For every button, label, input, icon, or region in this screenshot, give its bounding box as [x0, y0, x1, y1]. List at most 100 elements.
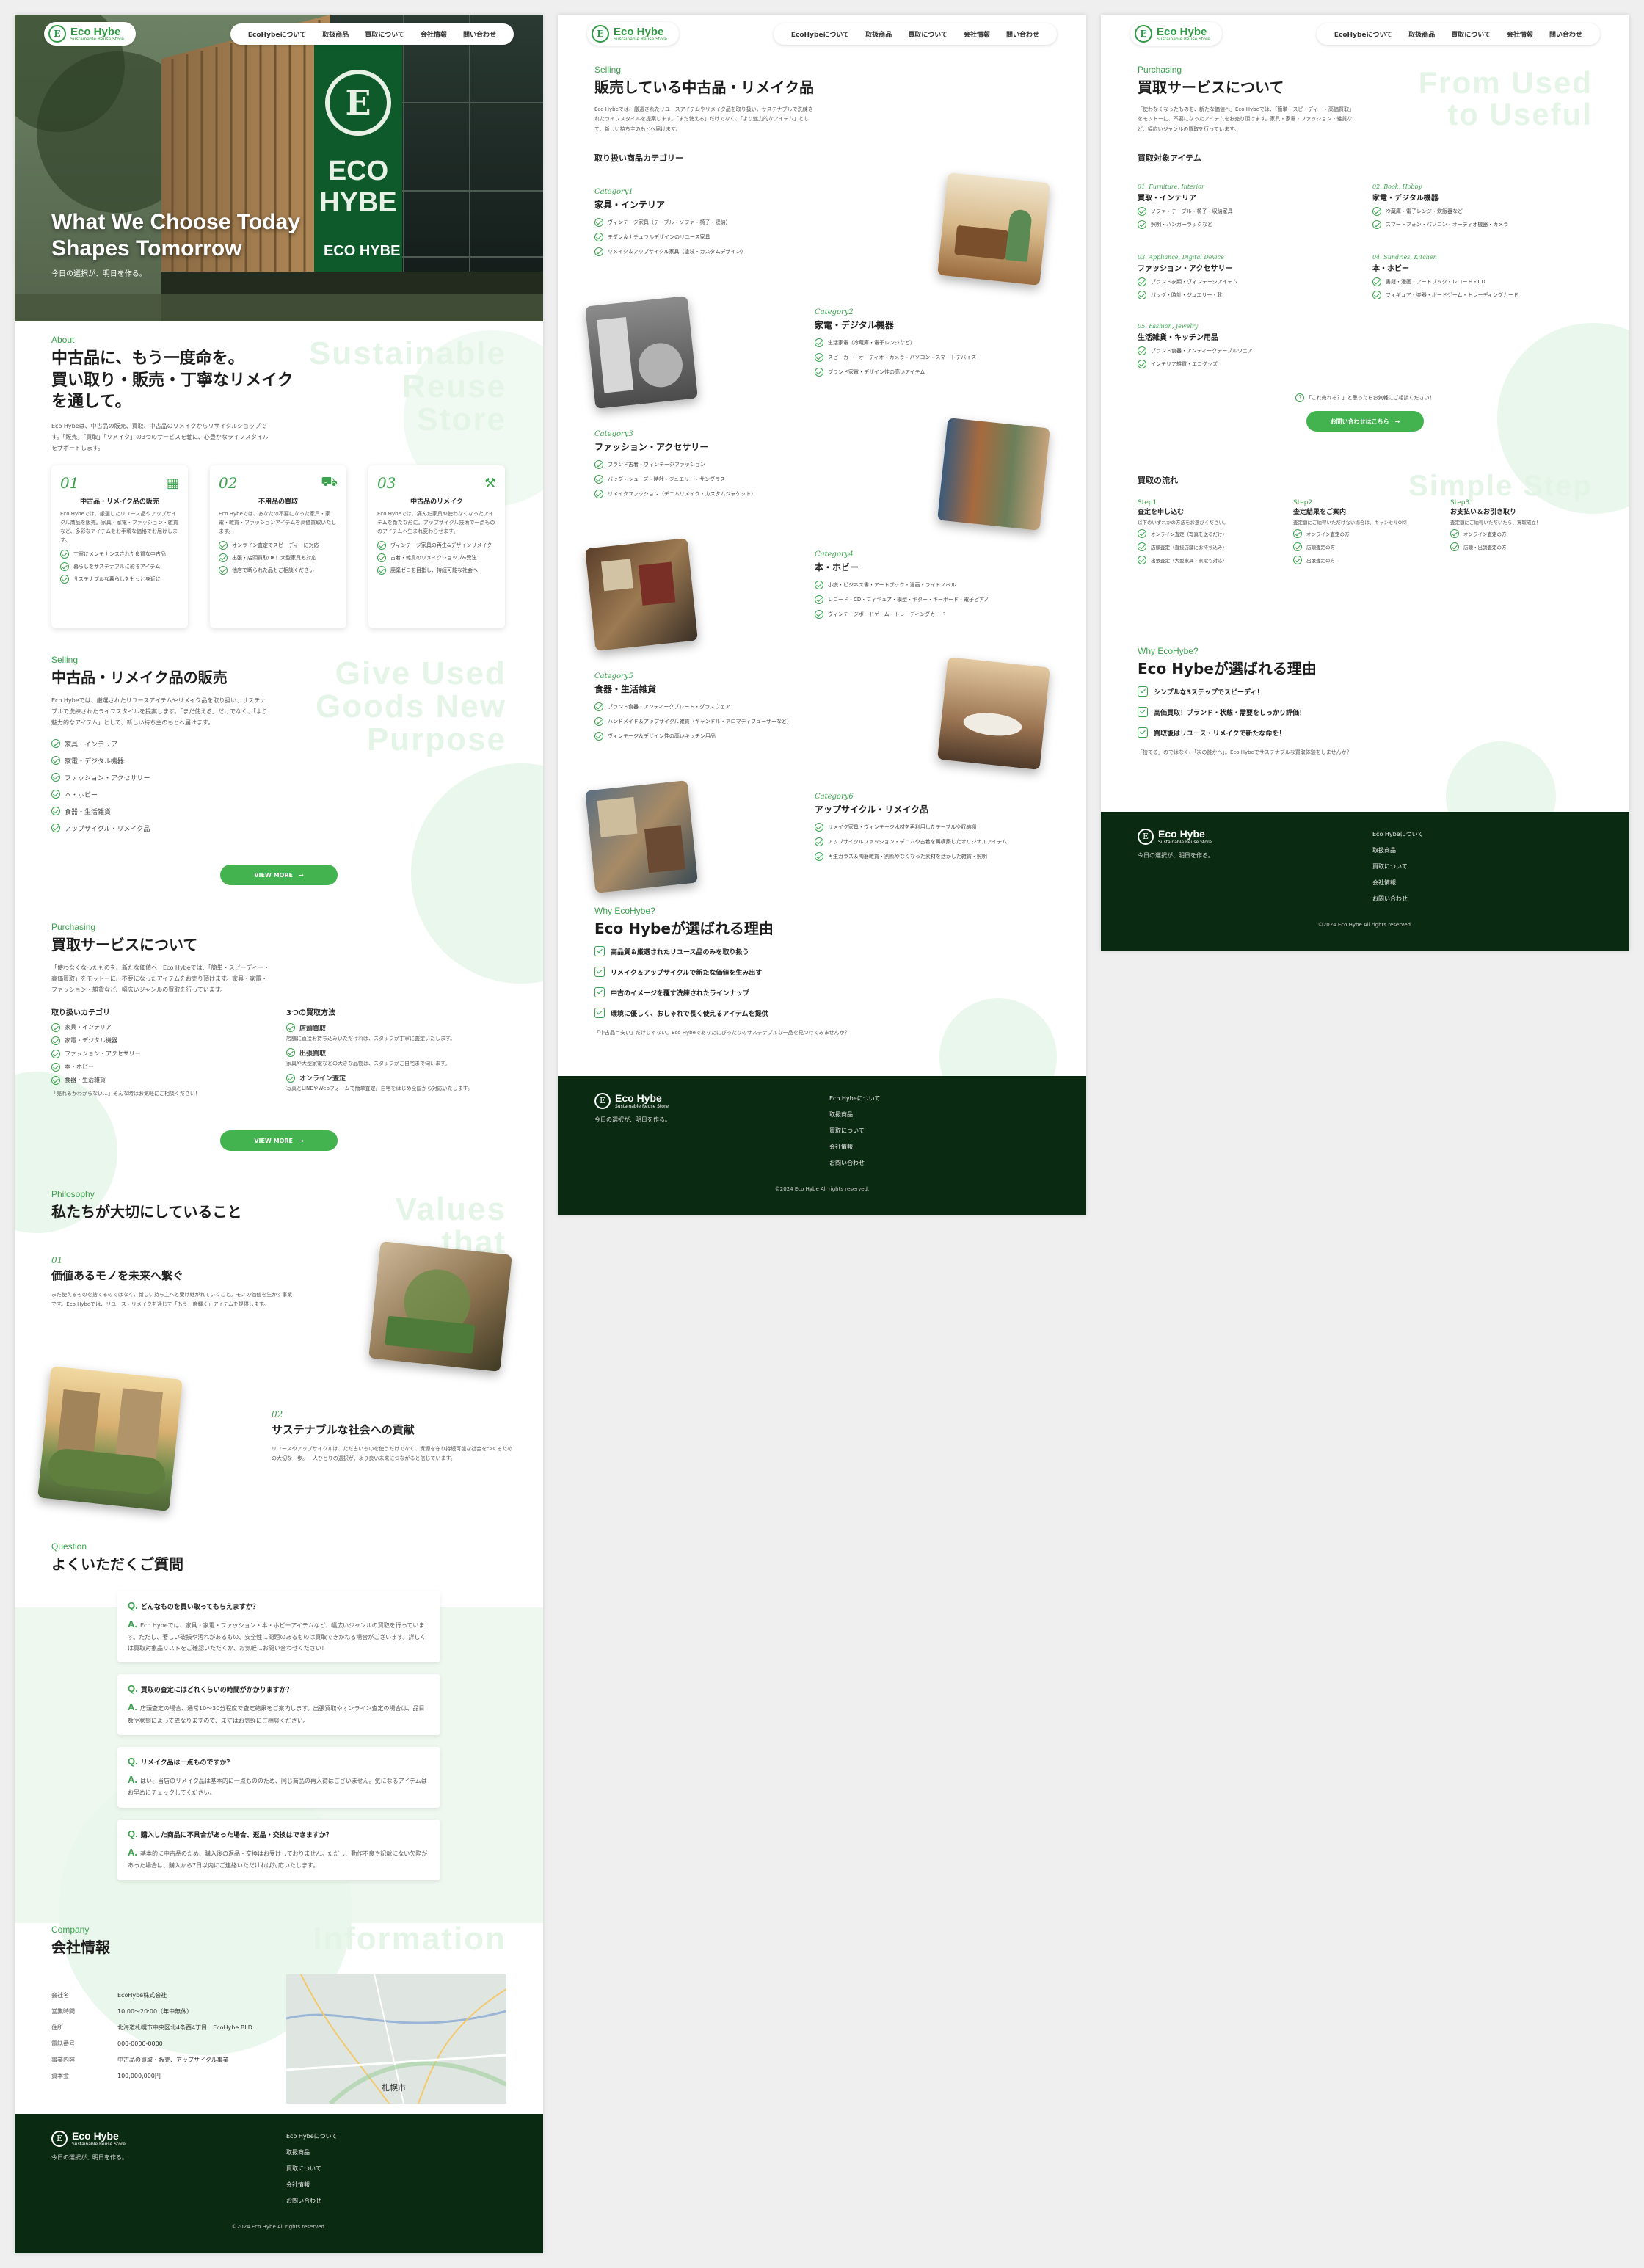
electronics-image — [585, 296, 698, 409]
philosophy-item-body: まだ使えるものを捨てるのではなく、新しい持ち主へと受け継がれていくこと。モノの価… — [51, 1292, 293, 1308]
card-body: Eco Hybeでは、痛んだ家具や使わなくなったアイテムを新たな形に。アップサイ… — [377, 511, 495, 534]
why-closing: 「中古品＝安い」だけじゃない。Eco Hybeであなたにぴったりのサステナブルな… — [594, 1030, 850, 1036]
card-item: サステナブルな暮らしをもっと身近に — [60, 574, 179, 584]
footer-link[interactable]: お問い合わせ — [1372, 891, 1423, 907]
footer-link[interactable]: 買取について — [286, 2161, 337, 2177]
category-6: Category6 アップサイクル・リメイク品 リメイク家具・ヴィンテージ木材を… — [815, 793, 1057, 867]
nav-about[interactable]: EcoHybeについて — [248, 29, 306, 39]
leaf-logo-icon: E — [51, 2130, 68, 2147]
why-title: Eco Hybeが選ばれる理由 — [1138, 660, 1317, 677]
footer-link[interactable]: Eco Hybeについて — [286, 2129, 337, 2145]
faq-item[interactable]: Q. 購入した商品に不具合があった場合、返品・交換はできますか？ A. 基本的に中古… — [117, 1819, 440, 1880]
card-number: 02 — [219, 474, 238, 492]
card-title: 中古品のリメイク — [410, 498, 463, 506]
purchasing-cat: 家具・インテリア — [51, 1022, 272, 1032]
footer-link[interactable]: 取扱商品 — [1372, 843, 1423, 859]
footer-link[interactable]: お問い合わせ — [829, 1155, 880, 1171]
logo[interactable]: E Eco Hybe Sustainable Reuse Store — [587, 22, 679, 46]
reason-item: リメイク＆アップサイクルで新たな価値を生み出す — [594, 967, 903, 977]
footer-link[interactable]: 取扱商品 — [829, 1107, 880, 1123]
purchasing-cat: 食器・生活雑貨 — [51, 1075, 272, 1085]
logo[interactable]: E Eco Hybe Sustainable Reuse Store — [44, 22, 136, 46]
about-title: 中古品に、もう一度命を。 買い取り・販売・丁寧なリメイク を通して。 — [51, 349, 294, 412]
about-body: Eco Hybeは、中古品の販売、買取、中古品のリメイクからリサイクルショップで… — [51, 423, 269, 452]
card-item: 丁寧にメンテナンスされた良質な中古品 — [60, 549, 179, 559]
step-desc: 以下のいずれかの方法をお選びください。 — [1138, 520, 1229, 526]
footer-link[interactable]: Eco Hybeについて — [829, 1091, 880, 1107]
purchase-cat-item: 冷蔵庫・電子レンジ・炊飯器など — [1372, 207, 1600, 216]
selling-item: アップサイクル・リメイク品 — [51, 824, 286, 833]
card-body: Eco Hybeでは、厳選したリユース品やアップサイクル商品を販売。家具・家電・… — [60, 511, 178, 543]
nav-contact[interactable]: 問い合わせ — [1006, 29, 1039, 39]
p3-label: Purchasing — [1138, 65, 1182, 75]
footer-link[interactable]: 会社情報 — [1372, 875, 1423, 891]
step-item: 出張査定の方 — [1293, 556, 1440, 565]
selling-view-more-button[interactable]: VIEW MORE → — [220, 865, 338, 885]
purchase-cat-4: 04. Sundries, Kitchen 本・ホビー 書籍・漫画・アートブック… — [1372, 254, 1600, 304]
hero: E ECO HYBE What We Choose Today Shapes T… — [15, 15, 543, 321]
global-nav: EcoHybeについて 取扱商品 買取について 会社情報 問い合わせ — [773, 23, 1057, 45]
step-title: 査定を申し込む — [1138, 509, 1185, 516]
footer-logo[interactable]: E Eco Hybe Sustainable Reuse Store — [1138, 828, 1212, 845]
nav-contact[interactable]: 問い合わせ — [463, 29, 496, 39]
contact-button[interactable]: お問い合わせはこちら → — [1306, 411, 1424, 432]
furniture-image — [937, 172, 1050, 286]
nav-company[interactable]: 会社情報 — [1507, 29, 1533, 39]
footer-link[interactable]: 取扱商品 — [286, 2145, 337, 2161]
nav-company[interactable]: 会社情報 — [964, 29, 990, 39]
footer-link[interactable]: お問い合わせ — [286, 2193, 337, 2209]
faq-answer: A. はい、当店のリメイク品は基本的に一点もののため、同じ商品の再入荷はございませ… — [128, 1773, 427, 1797]
company-section: Company 会社情報 会社名 EcoHybe株式会社 営業時間 10:00～20… — [51, 1924, 272, 2084]
p2-why: Why EcoHybe? Eco Hybeが選ばれる理由 高品質＆厳選されたリユ… — [594, 906, 903, 1038]
footer-link[interactable]: 会社情報 — [286, 2177, 337, 2193]
footer-link[interactable]: 会社情報 — [829, 1139, 880, 1155]
company-row: 住所 北海道札幌市中央区北4条西4丁目 EcoHybe BLD. — [51, 2024, 255, 2031]
faq-question: Q. 買取の査定にはどれくらいの時間がかかりますか？ — [128, 1683, 293, 1695]
purchase-cat-label: 01. Furniture, Interior — [1138, 183, 1204, 190]
nav-purchase[interactable]: 買取について — [908, 29, 948, 39]
site-header: E Eco Hybe Sustainable Reuse Store EcoHyb… — [587, 21, 1057, 47]
nav-about[interactable]: EcoHybeについて — [791, 29, 849, 39]
hero-title: What We Choose Today Shapes Tomorrow — [51, 209, 300, 262]
purchase-cat-item: バッグ・時計・ジュエリー・靴 — [1138, 291, 1358, 299]
nav-company[interactable]: 会社情報 — [421, 29, 447, 39]
faq-question: Q. リメイク品は一点ものですか？ — [128, 1755, 233, 1767]
category-item: 再生ガラス＆陶器雑貨・割れやなくなった素材を活かした雑貨・照明 — [815, 852, 1057, 861]
site-header: E Eco Hybe Sustainable Reuse Store EcoHyb… — [1130, 21, 1600, 47]
footer-copyright: ©2024 Eco Hybe All rights reserved. — [231, 2224, 327, 2230]
nav-products[interactable]: 取扱商品 — [1408, 29, 1435, 39]
footer-logo[interactable]: E Eco Hybe Sustainable Reuse Store — [51, 2130, 126, 2147]
faq-item[interactable]: Q. リメイク品は一点ものですか？ A. はい、当店のリメイク品は基本的に一点ものの… — [117, 1746, 440, 1808]
philosophy-num: 01 — [51, 1255, 63, 1265]
category-item: アップサイクルファッション・デニムや古着を再構築したオリジナルアイテム — [815, 837, 1057, 846]
footer-link[interactable]: 買取について — [829, 1123, 880, 1139]
footer-logo[interactable]: E Eco Hybe Sustainable Reuse Store — [594, 1092, 669, 1109]
arrow-right-icon: → — [1394, 418, 1400, 425]
faq-item[interactable]: Q. 買取の査定にはどれくらいの時間がかかりますか？ A. 店頭査定の場合、通常10… — [117, 1674, 440, 1735]
faq-answer: A. 店頭査定の場合、通常10～30分程度で査定結果をご案内します。出張買取やオン… — [128, 1701, 425, 1724]
footer-links: Eco Hybeについて 取扱商品 買取について 会社情報 お問い合わせ — [829, 1091, 880, 1171]
nav-purchase[interactable]: 買取について — [365, 29, 404, 39]
company-row: 営業時間 10:00～20:00（年中無休） — [51, 2007, 193, 2015]
brand-tagline: Sustainable Reuse Store — [1157, 36, 1210, 42]
company-map[interactable]: 札幌市 — [286, 1974, 506, 2104]
footer-link[interactable]: Eco Hybeについて — [1372, 826, 1423, 843]
nav-contact[interactable]: 問い合わせ — [1549, 29, 1582, 39]
purchasing-view-more-button[interactable]: VIEW MORE → — [220, 1130, 338, 1151]
reason-item: 高価買取！ブランド・状態・需要をしっかり評価！ — [1138, 707, 1446, 717]
purchase-cat-label: 04. Sundries, Kitchen — [1372, 254, 1437, 261]
nav-about[interactable]: EcoHybeについて — [1334, 29, 1392, 39]
reason-item: 買取後はリユース・リメイクで新たな命を！ — [1138, 727, 1446, 738]
nav-products[interactable]: 取扱商品 — [322, 29, 349, 39]
logo[interactable]: E Eco Hybe Sustainable Reuse Store — [1130, 22, 1222, 46]
footer-link[interactable]: 買取について — [1372, 859, 1423, 875]
category-item: ブランド古着・ヴィンテージファッション — [594, 460, 815, 469]
nav-products[interactable]: 取扱商品 — [865, 29, 892, 39]
faq-item[interactable]: Q. どんなものを買い取ってもらえますか？ A. Eco Hybeでは、家具・家電・… — [117, 1591, 440, 1663]
plant-hands-image — [368, 1241, 512, 1372]
category-item: ヴィンテージ＆デザイン性の高いキッチン用品 — [594, 732, 837, 741]
category-title: ファッション・アクセサリー — [594, 442, 709, 452]
nav-purchase[interactable]: 買取について — [1451, 29, 1491, 39]
footer-tagline: 今日の選択が、明日を作る。 — [51, 2154, 128, 2161]
company-row: 資本金 100,000,000円 — [51, 2072, 161, 2079]
